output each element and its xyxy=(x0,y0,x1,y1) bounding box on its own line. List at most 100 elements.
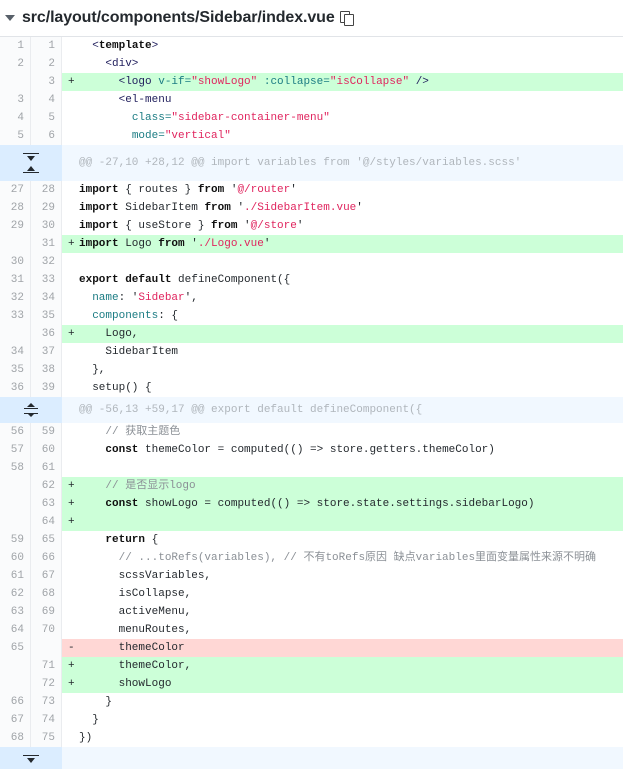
new-line-number[interactable]: 75 xyxy=(31,729,62,747)
old-line-number[interactable]: 3 xyxy=(0,91,31,109)
code-line: + xyxy=(62,513,623,531)
hunk-text: @@ -27,10 +28,12 @@ import variables fro… xyxy=(62,145,623,181)
code-token: "sidebar-container-menu" xyxy=(171,112,330,124)
code-token: scssVariables, xyxy=(79,570,212,582)
old-line-number[interactable]: 30 xyxy=(0,253,31,271)
new-line-number[interactable]: 65 xyxy=(31,531,62,549)
old-line-number[interactable]: 1 xyxy=(0,37,31,55)
new-line-number[interactable]: 66 xyxy=(31,549,62,567)
diff-marker xyxy=(68,199,79,217)
old-line-number[interactable]: 68 xyxy=(0,729,31,747)
old-line-number[interactable]: 36 xyxy=(0,379,31,397)
old-line-number[interactable] xyxy=(0,73,31,91)
code-line: <el-menu xyxy=(62,91,623,109)
code-line: menuRoutes, xyxy=(62,621,623,639)
old-line-number[interactable]: 64 xyxy=(0,621,31,639)
old-line-number[interactable]: 56 xyxy=(0,423,31,441)
new-line-number[interactable]: 62 xyxy=(31,477,62,495)
code-line: import { useStore } from '@/store' xyxy=(62,217,623,235)
new-line-number[interactable]: 6 xyxy=(31,127,62,145)
old-line-number[interactable]: 27 xyxy=(0,181,31,199)
new-line-number[interactable]: 74 xyxy=(31,711,62,729)
new-line-number[interactable]: 60 xyxy=(31,441,62,459)
old-line-number[interactable]: 4 xyxy=(0,109,31,127)
new-line-number[interactable] xyxy=(31,639,62,657)
new-line-number[interactable]: 63 xyxy=(31,495,62,513)
code-token: themeColor xyxy=(79,642,185,654)
old-line-number[interactable]: 58 xyxy=(0,459,31,477)
expand-button[interactable] xyxy=(0,397,62,423)
old-line-number[interactable] xyxy=(0,657,31,675)
diff-marker xyxy=(68,693,79,711)
old-line-number[interactable]: 35 xyxy=(0,361,31,379)
old-line-number[interactable] xyxy=(0,235,31,253)
old-line-number[interactable]: 2 xyxy=(0,55,31,73)
new-line-number[interactable]: 32 xyxy=(31,253,62,271)
new-line-number[interactable]: 64 xyxy=(31,513,62,531)
code-token: :collapse= xyxy=(257,76,330,88)
new-line-number[interactable]: 37 xyxy=(31,343,62,361)
new-line-number[interactable]: 30 xyxy=(31,217,62,235)
new-line-number[interactable]: 70 xyxy=(31,621,62,639)
old-line-number[interactable]: 33 xyxy=(0,307,31,325)
new-line-number[interactable]: 33 xyxy=(31,271,62,289)
new-line-number[interactable]: 4 xyxy=(31,91,62,109)
new-line-number[interactable]: 5 xyxy=(31,109,62,127)
expand-up-icon[interactable] xyxy=(23,166,39,173)
old-line-number[interactable]: 29 xyxy=(0,217,31,235)
new-line-number[interactable]: 69 xyxy=(31,603,62,621)
old-line-number[interactable]: 60 xyxy=(0,549,31,567)
copy-icon[interactable] xyxy=(339,11,354,26)
old-line-number[interactable] xyxy=(0,325,31,343)
code-line: <div> xyxy=(62,55,623,73)
new-line-number[interactable]: 2 xyxy=(31,55,62,73)
new-line-number[interactable]: 73 xyxy=(31,693,62,711)
old-line-number[interactable]: 57 xyxy=(0,441,31,459)
expand-down-icon[interactable] xyxy=(23,754,39,763)
code-token: isCollapse, xyxy=(79,588,192,600)
old-line-number[interactable] xyxy=(0,513,31,531)
new-line-number[interactable]: 38 xyxy=(31,361,62,379)
code-token: template xyxy=(98,40,152,52)
new-line-number[interactable]: 72 xyxy=(31,675,62,693)
old-line-number[interactable]: 62 xyxy=(0,585,31,603)
old-line-number[interactable] xyxy=(0,495,31,513)
new-line-number[interactable]: 71 xyxy=(31,657,62,675)
old-line-number[interactable]: 5 xyxy=(0,127,31,145)
old-line-number[interactable]: 28 xyxy=(0,199,31,217)
new-line-number[interactable]: 67 xyxy=(31,567,62,585)
new-line-number[interactable]: 28 xyxy=(31,181,62,199)
old-line-number[interactable]: 34 xyxy=(0,343,31,361)
new-line-number[interactable]: 59 xyxy=(31,423,62,441)
expand-button[interactable] xyxy=(0,747,62,769)
old-line-number[interactable]: 67 xyxy=(0,711,31,729)
collapse-caret-icon[interactable] xyxy=(5,15,15,21)
code-token: // ...toRefs(variables), // 不有toRefs原因 缺… xyxy=(118,552,597,564)
new-line-number[interactable]: 29 xyxy=(31,199,62,217)
new-line-number[interactable]: 68 xyxy=(31,585,62,603)
new-line-number[interactable]: 39 xyxy=(31,379,62,397)
file-path[interactable]: src/layout/components/Sidebar/index.vue xyxy=(22,9,335,27)
old-line-number[interactable]: 61 xyxy=(0,567,31,585)
old-line-number[interactable] xyxy=(0,675,31,693)
new-line-number[interactable]: 36 xyxy=(31,325,62,343)
expand-button[interactable] xyxy=(0,145,62,181)
expand-down-icon[interactable] xyxy=(23,153,39,161)
old-line-number[interactable]: 31 xyxy=(0,271,31,289)
old-line-number[interactable]: 65 xyxy=(0,639,31,657)
old-line-number[interactable] xyxy=(0,477,31,495)
old-line-number[interactable]: 66 xyxy=(0,693,31,711)
new-line-number[interactable]: 31 xyxy=(31,235,62,253)
new-line-number[interactable]: 61 xyxy=(31,459,62,477)
new-line-number[interactable]: 3 xyxy=(31,73,62,91)
old-line-number[interactable]: 63 xyxy=(0,603,31,621)
new-line-number[interactable]: 35 xyxy=(31,307,62,325)
old-line-number[interactable]: 59 xyxy=(0,531,31,549)
expand-both-icon[interactable] xyxy=(24,403,38,417)
old-line-number[interactable]: 32 xyxy=(0,289,31,307)
new-line-number[interactable]: 1 xyxy=(31,37,62,55)
new-line-number[interactable]: 34 xyxy=(31,289,62,307)
